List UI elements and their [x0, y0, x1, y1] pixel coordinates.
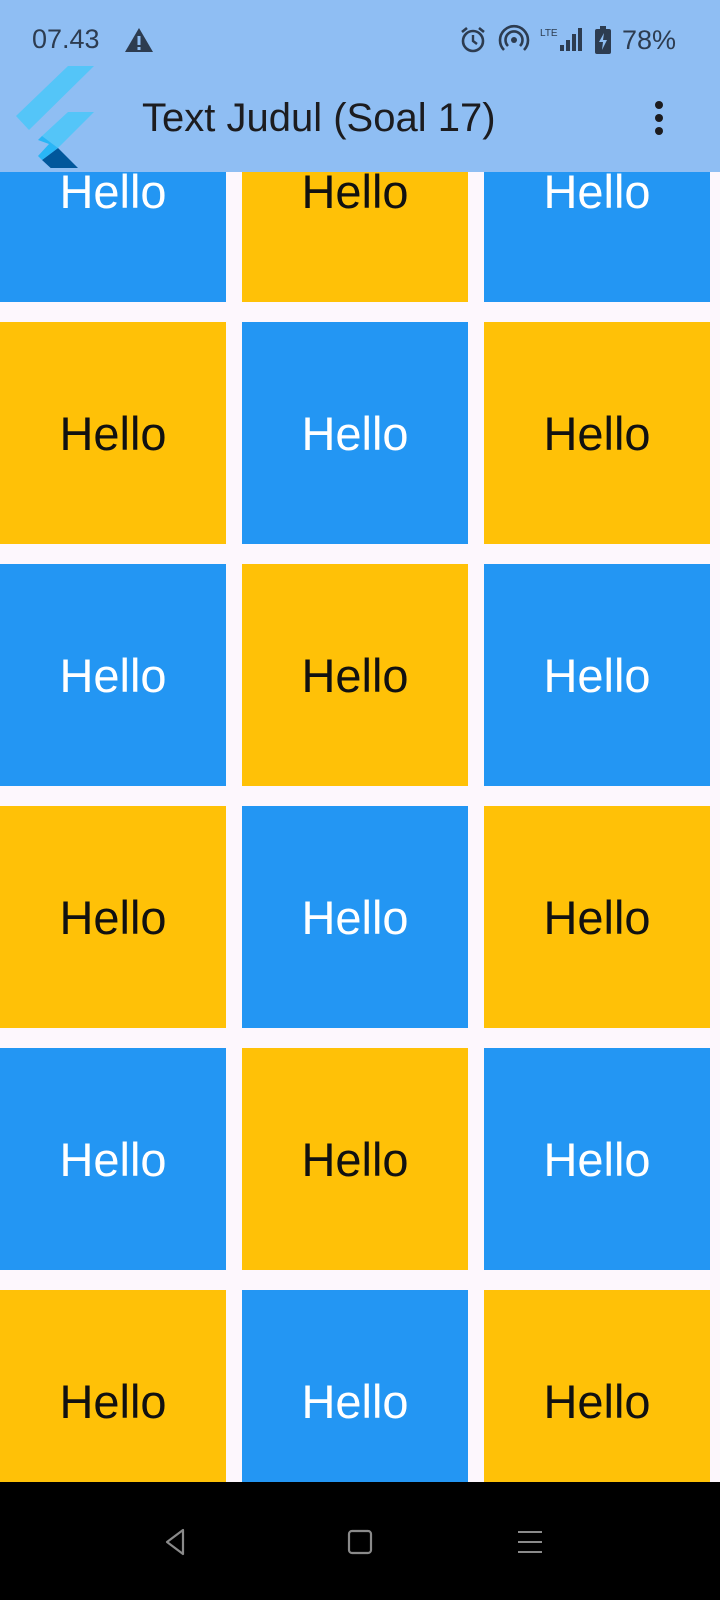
- battery-icon: [594, 26, 611, 54]
- back-icon: [165, 1528, 185, 1556]
- alarm-icon: [461, 26, 485, 53]
- grid-tile: Hello: [484, 172, 710, 302]
- hotspot-icon: [498, 24, 530, 51]
- grid-tile: Hello: [242, 322, 468, 544]
- back-button[interactable]: [146, 1512, 206, 1572]
- grid-tile: Hello: [0, 1290, 226, 1482]
- app-title: Text Judul (Soal 17): [142, 96, 496, 140]
- home-button[interactable]: [330, 1512, 390, 1572]
- battery-percent: 78%: [621, 24, 676, 55]
- recents-button[interactable]: [500, 1512, 560, 1572]
- grid-tile: Hello: [242, 1048, 468, 1270]
- home-icon: [347, 1529, 373, 1555]
- recents-icon: [518, 1531, 542, 1553]
- menu-dot: [655, 114, 663, 122]
- status-time: 07.43: [32, 24, 100, 54]
- grid-tile: Hello: [484, 322, 710, 544]
- grid-tile: Hello: [0, 1048, 226, 1270]
- grid-tile: Hello: [242, 806, 468, 1028]
- navigation-bar: [0, 1482, 720, 1600]
- grid-tile: Hello: [0, 806, 226, 1028]
- lte-signal-icon: LTE: [540, 28, 582, 51]
- warning-icon: [125, 28, 153, 52]
- flutter-logo-icon: [16, 66, 94, 168]
- grid-tile: Hello: [242, 564, 468, 786]
- grid-tile: Hello: [242, 1290, 468, 1482]
- grid-tile: Hello: [484, 1290, 710, 1482]
- menu-dot: [655, 101, 663, 109]
- grid-tile: Hello: [0, 172, 226, 302]
- grid-tile: Hello: [484, 806, 710, 1028]
- grid-tile: Hello: [484, 564, 710, 786]
- more-vert-icon[interactable]: [640, 96, 678, 140]
- grid-tile: Hello: [242, 172, 468, 302]
- status-bar: 07.43 LTE 78%: [0, 0, 720, 82]
- status-icons: LTE 78%: [458, 22, 676, 58]
- grid-tile: Hello: [0, 322, 226, 544]
- svg-text:LTE: LTE: [540, 28, 558, 39]
- tile-grid[interactable]: Hello Hello Hello Hello Hello Hello Hell…: [0, 172, 720, 1482]
- menu-dot: [655, 127, 663, 135]
- grid-tile: Hello: [0, 564, 226, 786]
- grid-tile: Hello: [484, 1048, 710, 1270]
